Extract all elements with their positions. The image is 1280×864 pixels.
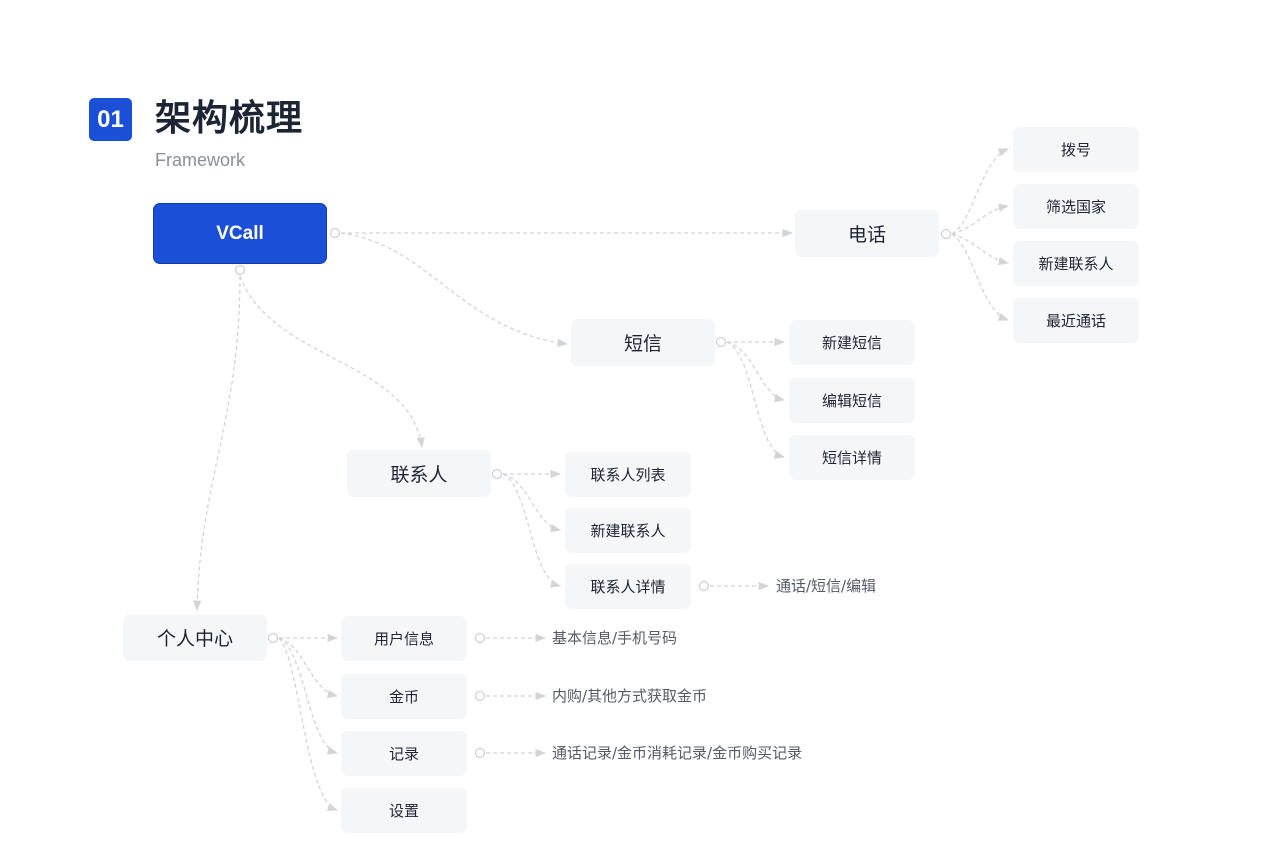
node-personal-center: 个人中心 [123,614,267,661]
link-phone-country [951,203,1010,235]
node-phone-dial: 拨号 [1013,127,1139,172]
page-subtitle: Framework [155,150,246,170]
node-sms-new: 新建短信 [789,320,915,365]
node-phone: 电话 [795,210,939,257]
note-coins: 内购/其他方式获取金币 [552,687,708,705]
section-number-badge: 01 [89,98,132,141]
link-vcall-personal [193,275,241,612]
link-personal-record [278,637,339,755]
link-vcall-contacts [239,275,425,449]
port-sms [715,336,727,348]
port-info [474,632,486,644]
node-phone-recent-calls: 最近通话 [1013,298,1139,343]
node-settings: 设置 [341,788,467,833]
node-contacts-list: 联系人列表 [565,452,691,497]
node-sms: 短信 [571,319,715,366]
port-contacts [491,468,503,480]
node-coins: 金币 [341,674,467,719]
link-phone-recent [951,233,1009,321]
node-phone-new-contact: 新建联系人 [1013,241,1139,286]
node-user-info: 用户信息 [341,616,467,661]
note-records: 通话记录/金币消耗记录/金币购买记录 [552,744,803,762]
port-record [474,747,486,759]
node-sms-detail: 短信详情 [789,435,915,480]
link-vcall-sms [340,232,569,347]
node-records: 记录 [341,731,467,776]
port-phone [940,228,952,240]
node-phone-filter-country: 筛选国家 [1013,184,1139,229]
link-phone-newcontact [951,233,1010,266]
node-contacts-detail: 联系人详情 [565,564,691,609]
port-contacts-detail [698,580,710,592]
link-personal-coin [278,637,339,699]
link-contacts-new [502,473,562,533]
link-phone-dial [951,148,1009,235]
node-root-vcall: VCall [153,203,327,264]
port-vcall-right [329,227,341,239]
link-personal-settings [278,637,338,812]
link-contacts-detail [502,473,562,588]
link-sms-edit [726,341,786,403]
note-user-info: 基本信息/手机号码 [552,629,678,647]
node-contacts-new: 新建联系人 [565,508,691,553]
link-sms-detail [726,341,786,459]
note-contacts-detail: 通话/短信/编辑 [776,577,877,595]
node-sms-edit: 编辑短信 [789,378,915,423]
port-vcall-bottom [234,264,246,276]
port-coin [474,690,486,702]
node-contacts: 联系人 [347,450,491,497]
port-personal [267,632,279,644]
page-title: 架构梳理 [155,98,304,139]
